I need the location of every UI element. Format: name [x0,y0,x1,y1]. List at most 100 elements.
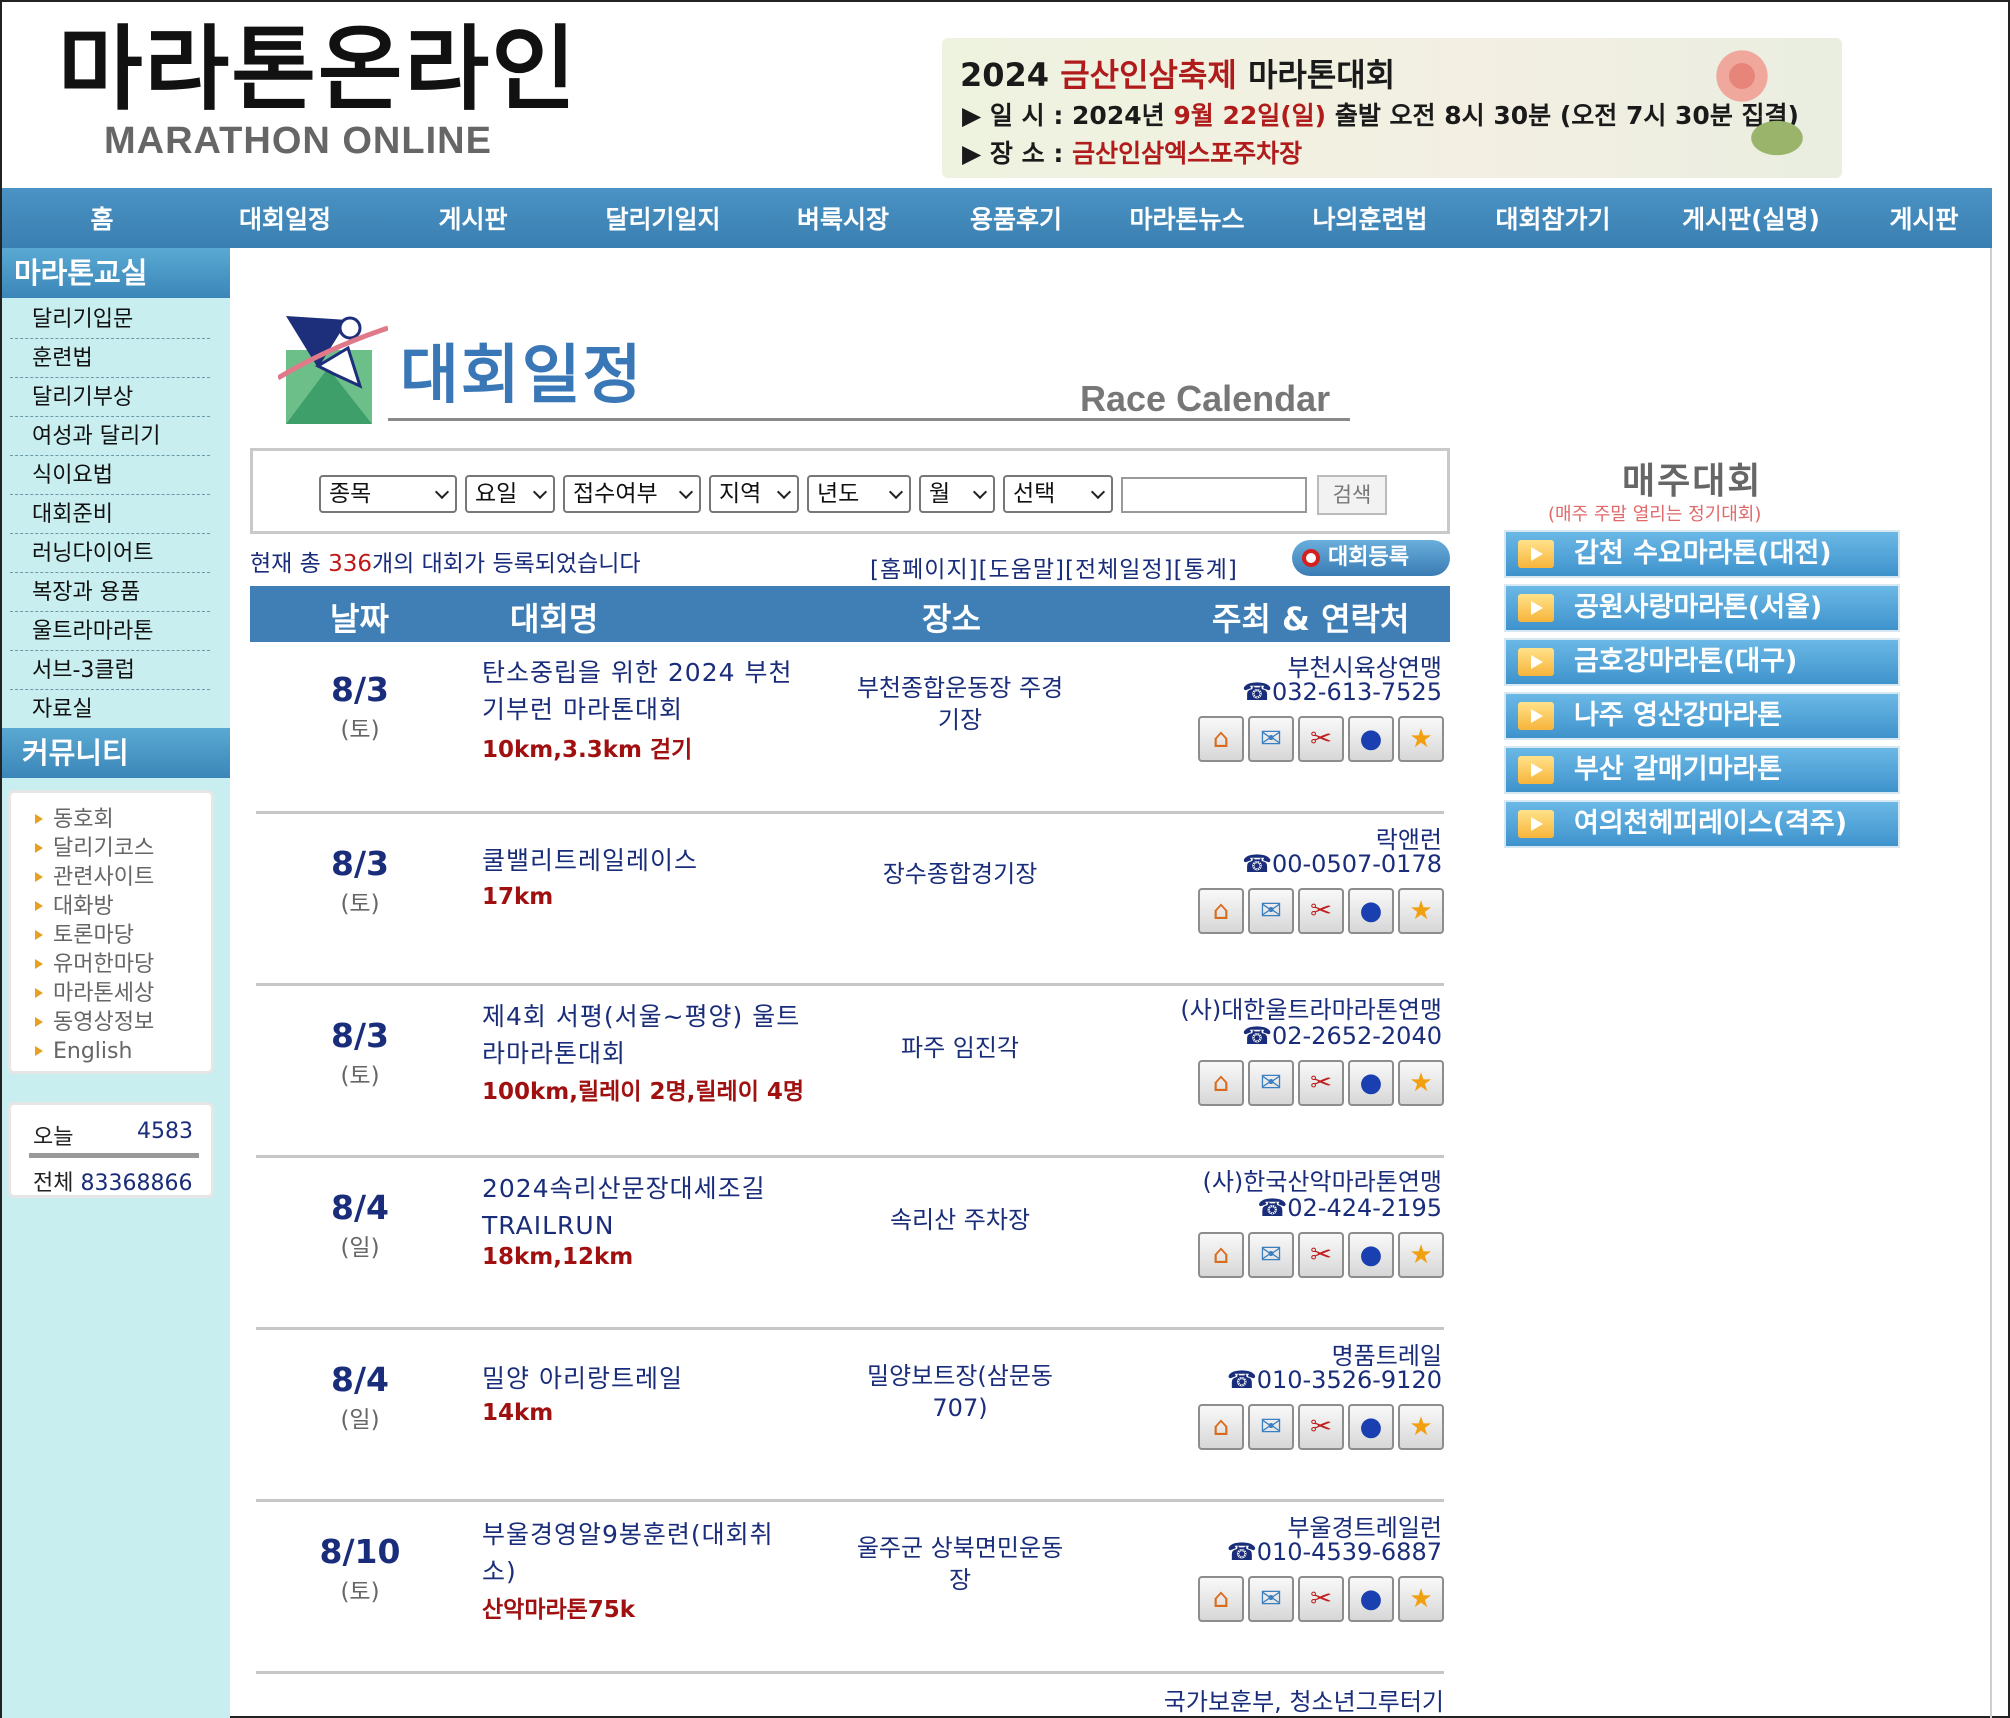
mail-icon[interactable]: ✉ [1248,1576,1294,1622]
tools-icon[interactable]: ✂ [1298,1404,1344,1450]
sidebar-item-training[interactable]: 훈련법 [10,339,210,378]
home-icon[interactable]: ⌂ [1198,716,1244,762]
home-icon[interactable]: ⌂ [1198,1060,1244,1106]
sidebar-item-running-intro[interactable]: 달리기입문 [10,300,210,339]
community-item-chat[interactable]: 대화방 [23,892,211,921]
mail-icon[interactable]: ✉ [1248,1404,1294,1450]
event-type-select[interactable]: 종목 [319,475,457,513]
race-name-link[interactable]: 쿨밸리트레일레이스 [482,842,822,879]
info-icon[interactable]: ● [1348,1232,1394,1278]
field-select[interactable]: 선택 [1003,475,1113,513]
site-logo-korean[interactable]: 마라톤온라인 [58,24,578,116]
race-place: 부천종합운동장 주경 기장 [840,672,1080,736]
site-logo-english[interactable]: MARATHON ONLINE [104,120,492,163]
race-name-link[interactable]: 밀양 아리랑트레일 [482,1360,822,1397]
nav-my-training[interactable]: 나의훈련법 [1280,200,1460,236]
month-select[interactable]: 월 [919,475,995,513]
weekly-race-link[interactable]: 금호강마라톤(대구) [1504,638,1900,686]
weekly-race-link[interactable]: 부산 갈매기마라톤 [1504,746,1900,794]
info-icon[interactable]: ● [1348,888,1394,934]
race-place: 장수종합경기장 [840,858,1080,890]
nav-race-schedule[interactable]: 대회일정 [202,200,368,236]
sidebar-item-archive[interactable]: 자료실 [10,690,210,729]
search-filter-bar: 종목 요일 접수여부 지역 년도 월 선택 검색 [250,448,1450,534]
info-icon[interactable]: ● [1348,1060,1394,1106]
race-name-link[interactable]: 탄소중립을 위한 2024 부천 기부런 마라톤대회 [482,654,822,728]
register-race-button[interactable]: 대회등록 [1292,540,1450,576]
tools-icon[interactable]: ✂ [1298,1060,1344,1106]
race-name-line: 밀양 아리랑트레일 [482,1364,683,1393]
sidebar-item-injury[interactable]: 달리기부상 [10,378,210,417]
race-name-line: 2024속리산문장대세조길 [482,1174,766,1203]
banner-date: 9월 22일(일) [1173,101,1327,130]
star-icon[interactable]: ★ [1398,1576,1444,1622]
nav-gear-reviews[interactable]: 용품후기 [938,200,1094,236]
nav-race-reports[interactable]: 대회참가기 [1460,200,1646,236]
mail-icon[interactable]: ✉ [1248,1060,1294,1106]
home-icon[interactable]: ⌂ [1198,1404,1244,1450]
nav-board-realname[interactable]: 게시판(실명) [1646,200,1856,236]
star-icon[interactable]: ★ [1398,1404,1444,1450]
home-icon[interactable]: ⌂ [1198,1576,1244,1622]
community-item-courses[interactable]: 달리기코스 [23,834,211,863]
sidebar-item-sub3[interactable]: 서브-3클럽 [10,651,210,690]
community-item-videos[interactable]: 동영상정보 [23,1008,211,1037]
utility-links[interactable]: [홈페이지][도움말][전체일정][통계] [870,550,1238,584]
nav-home[interactable]: 홈 [2,200,202,236]
banner-location-label: ▶ 장 소 : [962,139,1064,168]
mail-icon[interactable]: ✉ [1248,888,1294,934]
race-action-icons: ⌂ ✉ ✂ ● ★ [1198,1232,1444,1280]
tools-icon[interactable]: ✂ [1298,1576,1344,1622]
year-select[interactable]: 년도 [807,475,911,513]
weekly-race-link[interactable]: 나주 영산강마라톤 [1504,692,1900,740]
sidebar-item-apparel[interactable]: 복장과 용품 [10,573,210,612]
weekly-race-link[interactable]: 여의천헤피레이스(격주) [1504,800,1900,848]
star-icon[interactable]: ★ [1398,1232,1444,1278]
table-header: 날짜 대회명 장소 주최 & 연락처 [250,586,1450,642]
region-select[interactable]: 지역 [709,475,799,513]
weekday-select[interactable]: 요일 [465,475,555,513]
nav-flea-market[interactable]: 벼룩시장 [748,200,938,236]
weekly-race-link[interactable]: 공원사랑마라톤(서울) [1504,584,1900,632]
nav-board-2[interactable]: 게시판 [1856,200,1992,236]
nav-running-log[interactable]: 달리기일지 [578,200,748,236]
home-icon[interactable]: ⌂ [1198,888,1244,934]
community-item-english[interactable]: English [23,1037,211,1066]
community-item-world[interactable]: 마라톤세상 [23,979,211,1008]
mail-icon[interactable]: ✉ [1248,716,1294,762]
community-item-humor[interactable]: 유머한마당 [23,950,211,979]
banner-title: 2024 금산인삼축제 마라톤대회 [960,50,1395,96]
mail-icon[interactable]: ✉ [1248,1232,1294,1278]
community-item-debate[interactable]: 토론마당 [23,921,211,950]
nav-marathon-news[interactable]: 마라톤뉴스 [1094,200,1280,236]
weekly-race-link[interactable]: 갑천 수요마라톤(대전) [1504,530,1900,578]
info-icon[interactable]: ● [1348,716,1394,762]
search-button[interactable]: 검색 [1317,475,1387,515]
sidebar-item-diet[interactable]: 식이요법 [10,456,210,495]
sidebar-item-women[interactable]: 여성과 달리기 [10,417,210,456]
info-icon[interactable]: ● [1348,1576,1394,1622]
community-item-clubs[interactable]: 동호회 [23,805,211,834]
star-icon[interactable]: ★ [1398,1060,1444,1106]
tools-icon[interactable]: ✂ [1298,888,1344,934]
event-banner[interactable]: 2024 금산인삼축제 마라톤대회 ▶ 일 시 : 2024년 9월 22일(일… [942,38,1842,178]
sidebar-item-ultra[interactable]: 울트라마라톤 [10,612,210,651]
sidebar-item-race-prep[interactable]: 대회준비 [10,495,210,534]
race-name-link[interactable]: 2024속리산문장대세조길 TRAILRUN [482,1170,822,1244]
home-icon[interactable]: ⌂ [1198,1232,1244,1278]
star-icon[interactable]: ★ [1398,716,1444,762]
nav-board[interactable]: 게시판 [368,200,578,236]
race-name-link[interactable]: 제4회 서평(서울~평양) 울트 라마라톤대회 [482,998,842,1072]
tools-icon[interactable]: ✂ [1298,1232,1344,1278]
info-icon[interactable]: ● [1348,1404,1394,1450]
tools-icon[interactable]: ✂ [1298,716,1344,762]
star-icon[interactable]: ★ [1398,888,1444,934]
bullet-icon [35,988,43,998]
sidebar-item-running-diet[interactable]: 러닝다이어트 [10,534,210,573]
community-item-sites[interactable]: 관련사이트 [23,863,211,892]
registration-status-select[interactable]: 접수여부 [563,475,701,513]
chevron-down-icon [678,484,694,500]
weekly-races-title: 매주대회 [1622,461,1763,502]
race-name-link[interactable]: 부울경영알9봉훈련(대회취 소) [482,1516,822,1590]
search-input[interactable] [1121,477,1307,513]
